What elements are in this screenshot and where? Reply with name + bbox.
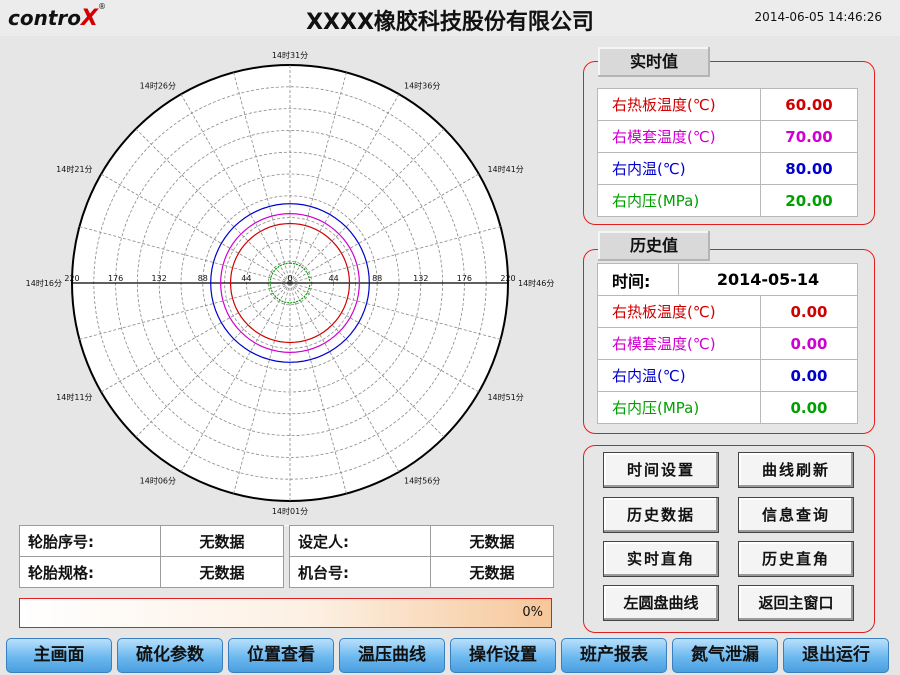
current-datetime: 2014-06-05 14:46:26 <box>754 10 882 24</box>
realtime-row: 右模套温度(℃) 70.00 <box>597 120 858 153</box>
nav-button[interactable]: 温压曲线 <box>339 638 445 673</box>
time-tick-label: 14时11分 <box>56 392 92 402</box>
radial-tick-label: 44 <box>241 274 251 283</box>
left-disc-curve-button[interactable]: 左圆盘曲线 <box>603 585 719 621</box>
radial-tick-label: 176 <box>457 274 472 283</box>
history-row: 右内温(℃) 0.00 <box>597 359 858 392</box>
history-label: 右内压(MPa) <box>597 391 761 424</box>
nav-button[interactable]: 位置查看 <box>228 638 334 673</box>
history-label: 右热板温度(℃) <box>597 295 761 328</box>
realtime-table: 右热板温度(℃) 60.00 右模套温度(℃) 70.00 右内温(℃) 80.00 右内压… <box>597 88 858 217</box>
tire-info-row: 轮胎规格: 无数据 机台号: 无数据 <box>19 556 554 588</box>
history-row: 右内压(MPa) 0.00 <box>597 391 858 424</box>
time-tick-label: 14时16分 <box>26 278 62 288</box>
tire-spec-label: 轮胎规格: <box>19 556 161 588</box>
realtime-label: 右模套温度(℃) <box>597 120 761 153</box>
radial-tick-label: 0 <box>287 274 292 283</box>
history-time-value[interactable]: 2014-05-14 <box>678 263 858 296</box>
radial-tick-label: 132 <box>152 274 167 283</box>
time-tick-label: 14时41分 <box>487 164 523 174</box>
time-tick-label: 14时21分 <box>56 164 92 174</box>
realtime-value: 80.00 <box>760 152 858 185</box>
history-table: 时间: 2014-05-14 <box>597 263 858 296</box>
time-tick-label: 14时46分 <box>518 278 554 288</box>
time-tick-label: 14时01分 <box>272 506 308 516</box>
realtime-value: 20.00 <box>760 184 858 217</box>
bottom-nav: 主画面 硫化参数 位置查看 温压曲线 操作设置 班产报表 氮气泄漏 退出运行 <box>0 636 900 675</box>
time-tick-label: 14时06分 <box>140 475 176 485</box>
realtime-label: 右热板温度(℃) <box>597 88 761 121</box>
nav-button[interactable]: 退出运行 <box>783 638 889 673</box>
history-value: 0.00 <box>760 359 858 392</box>
tire-seq-label: 轮胎序号: <box>19 525 161 557</box>
realtime-value: 60.00 <box>760 88 858 121</box>
realtime-label: 右内压(MPa) <box>597 184 761 217</box>
setter-value: 无数据 <box>430 525 554 557</box>
history-time-label: 时间: <box>597 263 679 296</box>
nav-button[interactable]: 操作设置 <box>450 638 556 673</box>
history-row: 右热板温度(℃) 0.00 <box>597 295 858 328</box>
time-set-button[interactable]: 时间设置 <box>603 452 719 488</box>
radial-tick-label: 176 <box>108 274 123 283</box>
realtime-rect-button[interactable]: 实时直角 <box>603 541 719 577</box>
nav-button[interactable]: 硫化参数 <box>117 638 223 673</box>
polar-curve-chart: 220 176 132 88 44 0 44 88 132 176 220 14时31分 14时36分 1… <box>26 50 555 516</box>
history-label: 右内温(℃) <box>597 359 761 392</box>
realtime-label: 右内温(℃) <box>597 152 761 185</box>
time-tick-label: 14时26分 <box>140 81 176 91</box>
history-label: 右模套温度(℃) <box>597 327 761 360</box>
time-tick-label: 14时36分 <box>404 81 440 91</box>
info-query-button[interactable]: 信息查询 <box>738 497 854 533</box>
progress-percent: 0% <box>522 605 543 620</box>
curve-refresh-button[interactable]: 曲线刷新 <box>738 452 854 488</box>
history-row: 右模套温度(℃) 0.00 <box>597 327 858 360</box>
history-values-table: 右热板温度(℃) 0.00 右模套温度(℃) 0.00 右内温(℃) 0.00 右内压(MP… <box>597 295 858 424</box>
time-tick-label: 14时51分 <box>487 392 523 402</box>
history-value: 0.00 <box>760 391 858 424</box>
tire-spec-value: 无数据 <box>160 556 284 588</box>
machine-value: 无数据 <box>430 556 554 588</box>
realtime-row: 右内温(℃) 80.00 <box>597 152 858 185</box>
nav-button[interactable]: 主画面 <box>6 638 112 673</box>
history-value: 0.00 <box>760 327 858 360</box>
setter-label: 设定人: <box>289 525 431 557</box>
realtime-row: 右热板温度(℃) 60.00 <box>597 88 858 121</box>
tire-seq-value: 无数据 <box>160 525 284 557</box>
radial-tick-label: 88 <box>372 274 382 283</box>
time-tick-label: 14时31分 <box>272 50 308 60</box>
radial-tick-label: 132 <box>413 274 428 283</box>
machine-label: 机台号: <box>289 556 431 588</box>
radial-tick-label: 220 <box>500 274 515 283</box>
cure-progress-bar: 0% <box>19 598 552 628</box>
history-panel-title: 历史值 <box>598 231 710 261</box>
nav-button[interactable]: 氮气泄漏 <box>672 638 778 673</box>
history-data-button[interactable]: 历史数据 <box>603 497 719 533</box>
radial-tick-label: 44 <box>329 274 339 283</box>
nav-button[interactable]: 班产报表 <box>561 638 667 673</box>
history-value: 0.00 <box>760 295 858 328</box>
history-rect-button[interactable]: 历史直角 <box>738 541 854 577</box>
back-main-button[interactable]: 返回主窗口 <box>738 585 854 621</box>
history-time-row: 时间: 2014-05-14 <box>597 263 858 296</box>
realtime-value: 70.00 <box>760 120 858 153</box>
realtime-row: 右内压(MPa) 20.00 <box>597 184 858 217</box>
realtime-panel-title: 实时值 <box>598 47 710 77</box>
tire-info-table: 轮胎序号: 无数据 设定人: 无数据 轮胎规格: 无数据 机台号: 无数据 <box>19 525 554 588</box>
tire-info-row: 轮胎序号: 无数据 设定人: 无数据 <box>19 525 554 557</box>
radial-tick-label: 220 <box>64 274 79 283</box>
header-bar: controX® XXXX橡胶科技股份有限公司 2014-06-05 14:46… <box>0 0 900 36</box>
radial-tick-label: 88 <box>198 274 208 283</box>
time-tick-label: 14时56分 <box>404 475 440 485</box>
